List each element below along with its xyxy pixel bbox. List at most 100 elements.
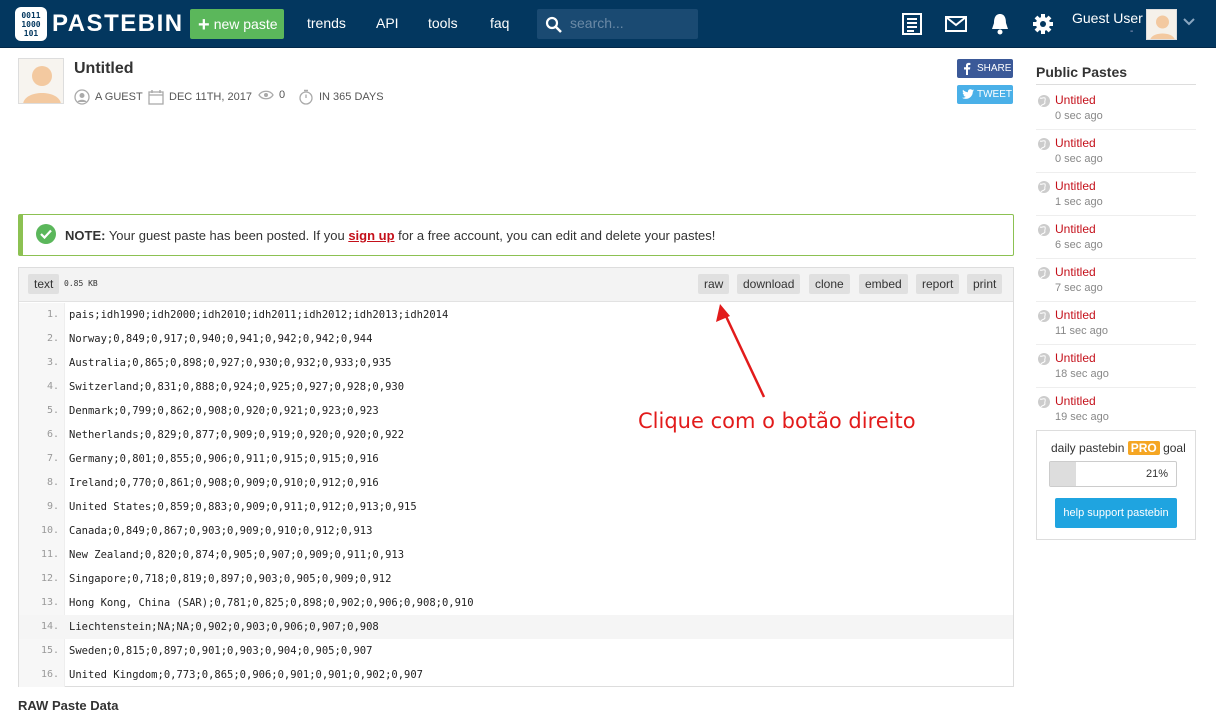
nav-api[interactable]: API (376, 15, 399, 31)
code-line[interactable]: 11. New Zealand;0,820;0,874;0,905;0,907;0… (19, 543, 1013, 567)
nav-faq[interactable]: faq (490, 15, 509, 31)
facebook-icon (964, 62, 971, 75)
code-line[interactable]: 4. Switzerland;0,831;0,888;0,924;0,925;0,… (19, 375, 1013, 399)
paste-expiry: IN 365 DAYS (298, 89, 384, 105)
bell-icon[interactable] (990, 13, 1010, 35)
new-paste-button[interactable]: + new paste (190, 9, 284, 39)
line-number: 16. (40, 669, 59, 680)
line-number: 4. (46, 381, 59, 392)
mail-icon[interactable] (945, 16, 967, 32)
syntax-tag[interactable]: text (28, 274, 60, 294)
paste-expiry-text: IN 365 DAYS (319, 91, 384, 103)
line-text: Singapore;0,718;0,819;0,897;0,903;0,905;… (69, 573, 392, 585)
code-line[interactable]: 16. United Kingdom;0,773;0,865;0,906;0,90… (19, 663, 1013, 687)
paste-date: DEC 11TH, 2017 (148, 89, 252, 105)
twitter-tweet-button[interactable]: TWEET (957, 85, 1013, 104)
nav-trends[interactable]: trends (307, 15, 346, 31)
paste-size: 0.85 KB (64, 279, 98, 288)
public-pastes-title: Public Pastes (1036, 64, 1128, 80)
user-avatar[interactable] (1146, 9, 1177, 40)
calendar-icon (148, 90, 164, 105)
share-label: SHARE (977, 63, 1012, 74)
line-text: Norway;0,849;0,917;0,940;0,941;0,942;0,9… (69, 333, 373, 345)
pro-badge: PRO (1127, 441, 1160, 455)
gear-icon[interactable] (1032, 13, 1054, 35)
public-paste-title[interactable]: Untitled (1055, 351, 1096, 365)
report-button[interactable]: report (916, 274, 960, 294)
check-circle-icon (36, 224, 56, 244)
code-line[interactable]: 7. Germany;0,801;0,855;0,906;0,911;0,915;… (19, 447, 1013, 471)
globe-icon (1038, 138, 1050, 150)
pastebin-logo-icon[interactable]: 0011 1000 101 (14, 6, 48, 42)
public-paste-time: 1 sec ago (1055, 196, 1103, 208)
public-paste-item[interactable]: Untitled 0 sec ago (1036, 87, 1196, 130)
print-button[interactable]: print (967, 274, 1003, 294)
code-line[interactable]: 9. United States;0,859;0,883;0,909;0,911;… (19, 495, 1013, 519)
annotation-text: Clique com o botão direito (638, 409, 916, 433)
note-text-after: for a free account, you can edit and del… (394, 228, 716, 243)
search-input[interactable] (570, 15, 690, 31)
public-paste-time: 6 sec ago (1055, 239, 1103, 251)
public-paste-time: 11 sec ago (1055, 325, 1109, 337)
embed-button[interactable]: embed (859, 274, 908, 294)
globe-icon (1038, 267, 1050, 279)
code-line[interactable]: 3. Australia;0,865;0,898;0,927;0,930;0,93… (19, 351, 1013, 375)
code-line[interactable]: 15. Sweden;0,815;0,897;0,901;0,903;0,904;… (19, 639, 1013, 663)
line-number: 8. (46, 477, 59, 488)
chevron-down-icon[interactable] (1183, 17, 1195, 27)
code-line[interactable]: 10. Canada;0,849;0,867;0,903;0,909;0,910;… (19, 519, 1013, 543)
brand-name[interactable]: PASTEBIN (52, 10, 184, 38)
pro-goal-progress: 21% (1049, 461, 1177, 487)
help-support-button[interactable]: help support pastebin (1055, 498, 1177, 528)
raw-button[interactable]: raw (698, 274, 730, 294)
code-line[interactable]: 14. Liechtenstein;NA;NA;0,902;0,903;0,906… (19, 615, 1013, 639)
tweet-label: TWEET (977, 89, 1012, 100)
code-line[interactable]: 2. Norway;0,849;0,917;0,940;0,941;0,942;0… (19, 327, 1013, 351)
note-text-before: Your guest paste has been posted. If you (105, 228, 349, 243)
code-line[interactable]: 8. Ireland;0,770;0,861;0,908;0,909;0,910;… (19, 471, 1013, 495)
public-paste-item[interactable]: Untitled 1 sec ago (1036, 173, 1196, 216)
line-number: 2. (46, 333, 59, 344)
line-text: New Zealand;0,820;0,874;0,905;0,907;0,90… (69, 549, 405, 561)
code-toolbar: text 0.85 KB raw download clone embed re… (19, 268, 1013, 302)
public-paste-title[interactable]: Untitled (1055, 222, 1096, 236)
public-paste-item[interactable]: Untitled 11 sec ago (1036, 302, 1196, 345)
public-paste-title[interactable]: Untitled (1055, 265, 1096, 279)
plus-icon: + (198, 14, 210, 36)
line-text: Switzerland;0,831;0,888;0,924;0,925;0,92… (69, 381, 405, 393)
public-paste-title[interactable]: Untitled (1055, 93, 1096, 107)
clone-button[interactable]: clone (809, 274, 850, 294)
line-text: Sweden;0,815;0,897;0,901;0,903;0,904;0,9… (69, 645, 373, 657)
svg-text:0011: 0011 (21, 11, 40, 20)
public-paste-title[interactable]: Untitled (1055, 308, 1096, 322)
note-text: NOTE: Your guest paste has been posted. … (65, 228, 715, 243)
nav-tools[interactable]: tools (428, 15, 458, 31)
pro-prefix: daily pastebin (1051, 441, 1128, 455)
code-line[interactable]: 12. Singapore;0,718;0,819;0,897;0,903;0,9… (19, 567, 1013, 591)
stopwatch-icon (299, 89, 313, 105)
public-paste-item[interactable]: Untitled 18 sec ago (1036, 345, 1196, 388)
download-button[interactable]: download (737, 274, 801, 294)
user-silhouette-icon (1150, 15, 1175, 39)
public-paste-title[interactable]: Untitled (1055, 136, 1096, 150)
new-paste-label: new paste (213, 16, 278, 32)
code-lines[interactable]: 1. pais;idh1990;idh2000;idh2010;idh2011;i… (19, 303, 1013, 687)
user-name[interactable]: Guest User (1072, 10, 1143, 26)
code-line[interactable]: 1. pais;idh1990;idh2000;idh2010;idh2011;i… (19, 303, 1013, 327)
pro-goal-percent: 21% (1145, 468, 1168, 480)
my-pastes-icon[interactable] (902, 13, 922, 35)
line-number: 1. (46, 309, 59, 320)
facebook-share-button[interactable]: SHARE (957, 59, 1013, 78)
svg-text:101: 101 (24, 29, 39, 38)
public-paste-item[interactable]: Untitled 0 sec ago (1036, 130, 1196, 173)
code-line[interactable]: 13. Hong Kong, China (SAR);0,781;0,825;0,… (19, 591, 1013, 615)
globe-icon (1038, 181, 1050, 193)
sign-up-link[interactable]: sign up (348, 228, 394, 243)
eye-icon (258, 90, 274, 100)
public-paste-item[interactable]: Untitled 6 sec ago (1036, 216, 1196, 259)
public-paste-item[interactable]: Untitled 19 sec ago (1036, 388, 1196, 431)
public-paste-item[interactable]: Untitled 7 sec ago (1036, 259, 1196, 302)
paste-title: Untitled (74, 60, 134, 77)
public-paste-title[interactable]: Untitled (1055, 179, 1096, 193)
public-paste-title[interactable]: Untitled (1055, 394, 1096, 408)
